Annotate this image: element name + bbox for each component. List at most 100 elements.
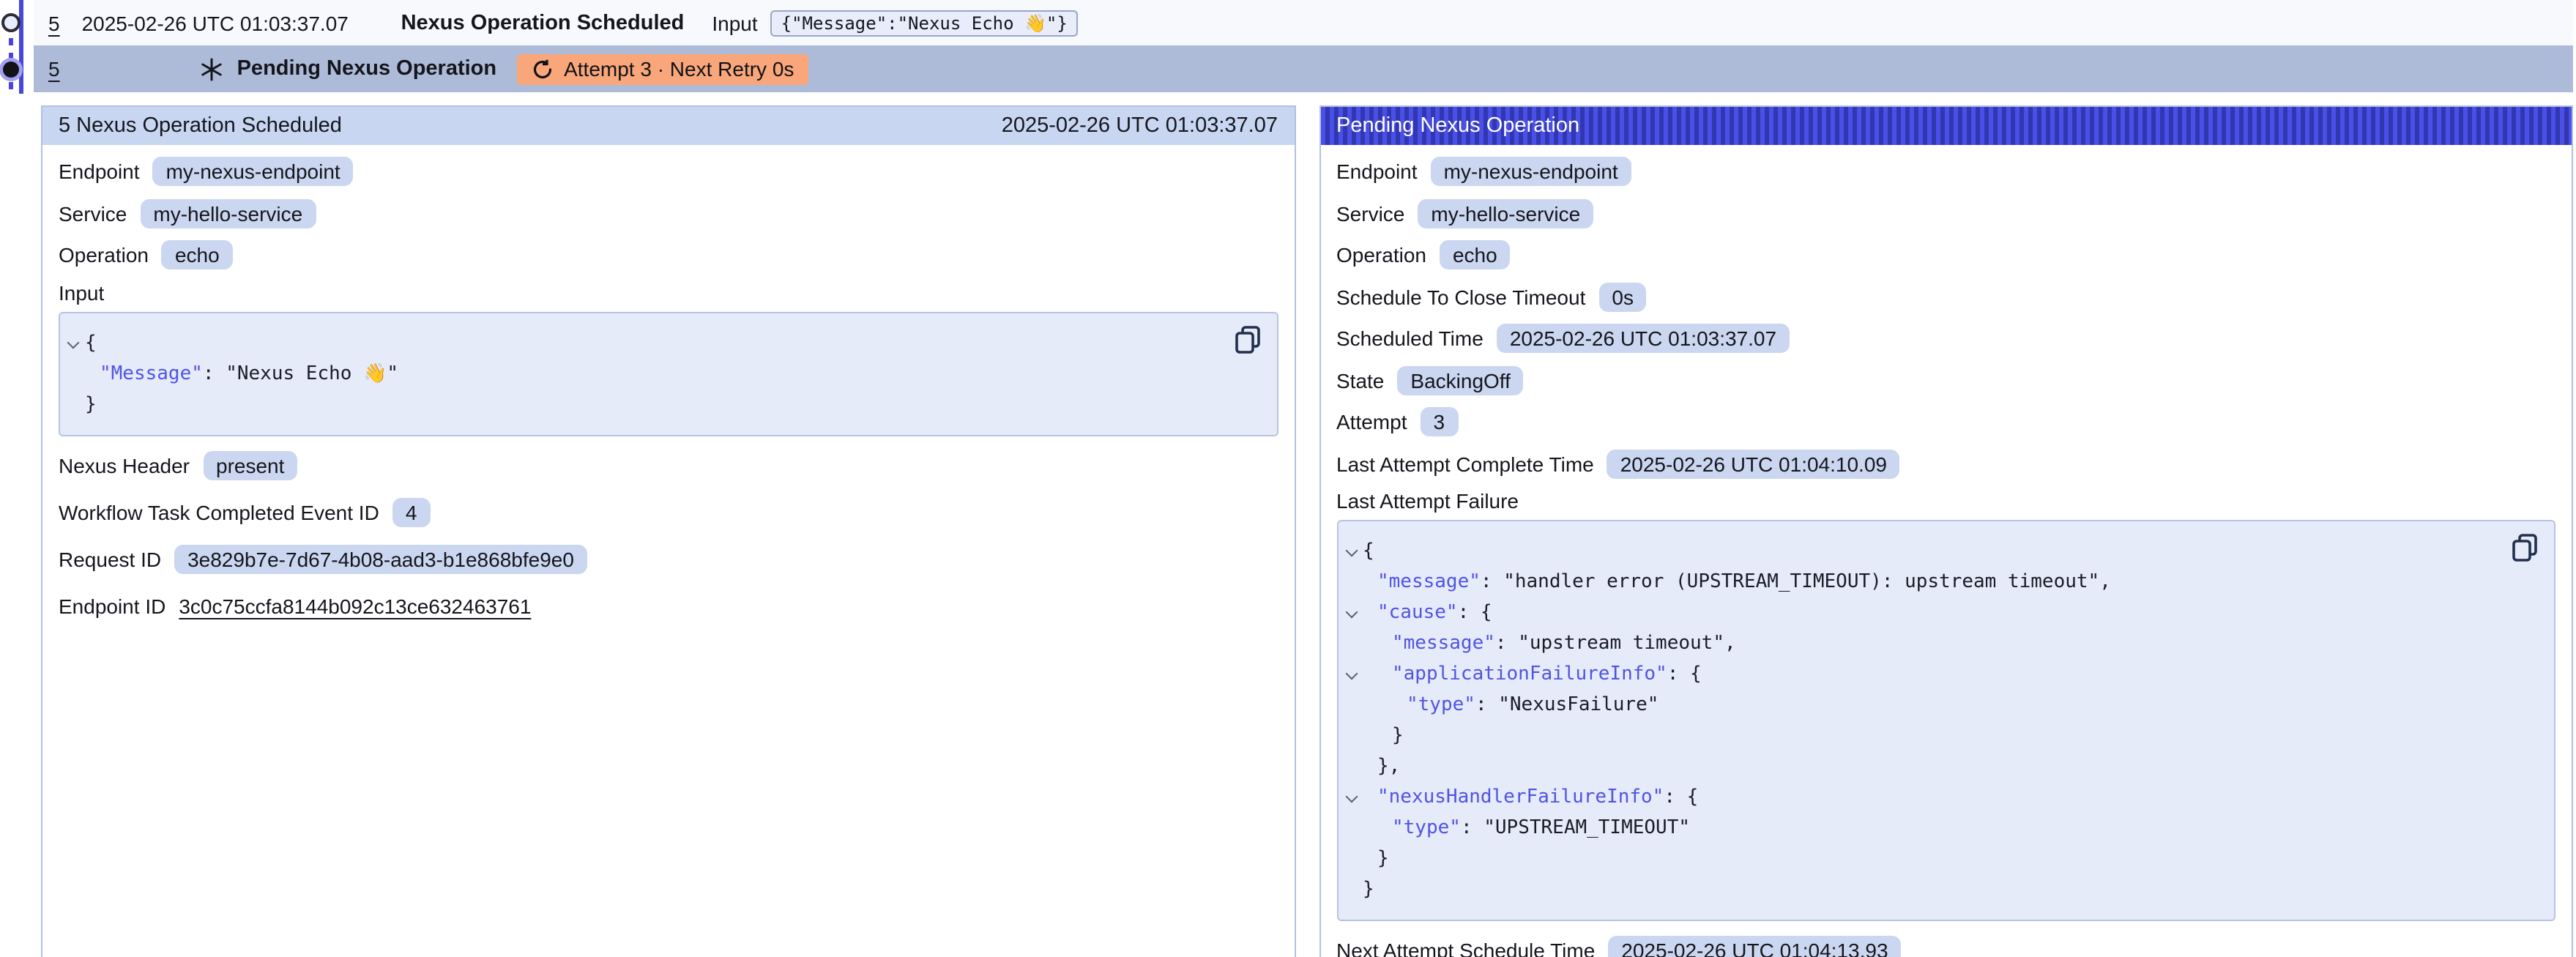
field-label: Endpoint ID — [59, 595, 165, 618]
fields-bottom: Nexus Header present Workflow Task Compl… — [59, 449, 1278, 622]
event-input-chip[interactable]: {"Message":"Nexus Echo 👋"} — [771, 10, 1078, 36]
json-line: "cause": { — [1338, 597, 2504, 628]
field-value: echo — [1440, 241, 1511, 270]
field-row: Schedule To Close Timeout 0s — [1336, 280, 2555, 313]
field-label: Endpoint — [59, 160, 140, 184]
field-value: BackingOff — [1397, 366, 1523, 395]
failure-section-label: Last Attempt Failure — [1336, 489, 2555, 513]
fields-top: Endpoint my-nexus-endpoint Service my-he… — [1336, 155, 2555, 480]
copy-icon[interactable] — [2512, 533, 2541, 562]
field-row: Operation echo — [59, 239, 1278, 272]
json-line: } — [1338, 844, 2504, 874]
collapse-chevron-icon[interactable] — [1345, 668, 1358, 680]
field-label: Service — [1336, 202, 1404, 226]
field-row: Attempt 3 — [1336, 406, 2555, 439]
field-row: Scheduled Time 2025-02-26 UTC 01:03:37.0… — [1336, 322, 2555, 355]
field-label: Nexus Header — [59, 454, 190, 477]
json-line: "applicationFailureInfo": { — [1338, 659, 2504, 690]
panel-title: Pending Nexus Operation — [1336, 114, 1579, 138]
input-section-label: Input — [59, 280, 1278, 304]
json-line: "type": "NexusFailure" — [1338, 690, 2504, 720]
field-label: Operation — [1336, 244, 1426, 267]
field-value: my-nexus-endpoint — [153, 157, 354, 187]
event-row-pending[interactable]: 5 Pending Nexus Operation — [34, 45, 2573, 92]
event-row-scheduled[interactable]: 5 2025-02-26 UTC 01:03:37.07 Nexus Opera… — [34, 0, 2573, 45]
scheduled-event-panel: 5 Nexus Operation Scheduled 2025-02-26 U… — [41, 105, 1295, 957]
field-value: 2025-02-26 UTC 01:03:37.07 — [1497, 324, 1790, 354]
field-value: echo — [162, 241, 233, 270]
field-value[interactable]: 3c0c75ccfa8144b092c13ce632463761 — [179, 592, 531, 621]
field-row: Nexus Header present — [59, 449, 1278, 482]
event-history-rows: 5 2025-02-26 UTC 01:03:37.07 Nexus Opera… — [34, 0, 2573, 92]
pending-asterisk-icon — [199, 56, 224, 81]
copy-icon[interactable] — [1234, 324, 1263, 354]
input-json-viewer: {"Message": "Nexus Echo 👋"} — [59, 311, 1278, 436]
field-value: 2025-02-26 UTC 01:04:10.09 — [1607, 450, 1900, 479]
failure-json-viewer: {"message": "handler error (UPSTREAM_TIM… — [1336, 520, 2555, 921]
json-line: "type": "UPSTREAM_TIMEOUT" — [1338, 813, 2504, 844]
scheduled-panel-header: 5 Nexus Operation Scheduled 2025-02-26 U… — [42, 106, 1294, 145]
retry-icon — [532, 58, 554, 80]
field-label: Workflow Task Completed Event ID — [59, 501, 379, 524]
field-label: Operation — [59, 244, 149, 267]
panel-title: 5 Nexus Operation Scheduled — [59, 114, 342, 138]
collapse-chevron-icon[interactable] — [1345, 791, 1358, 803]
event-title: Nexus Operation Scheduled — [401, 11, 685, 34]
timeline-rail — [0, 0, 34, 103]
pending-panel-body: Endpoint my-nexus-endpoint Service my-he… — [1320, 145, 2572, 957]
event-history-view: 5 2025-02-26 UTC 01:03:37.07 Nexus Opera… — [0, 0, 2576, 956]
field-row: Next Attempt Schedule Time 2025-02-26 UT… — [1336, 934, 2555, 957]
fields-after: Next Attempt Schedule Time 2025-02-26 UT… — [1336, 934, 2555, 957]
field-label: Next Attempt Schedule Time — [1336, 939, 1595, 957]
field-label: Request ID — [59, 548, 161, 571]
collapse-chevron-icon[interactable] — [1345, 545, 1358, 557]
json-line: }, — [1338, 751, 2504, 782]
field-label: Endpoint — [1336, 160, 1418, 184]
event-title: Pending Nexus Operation — [237, 57, 497, 81]
event-id-link[interactable]: 5 — [48, 11, 60, 34]
field-value: present — [203, 451, 297, 480]
field-value: 0s — [1598, 283, 1647, 312]
timeline-line — [19, 0, 23, 94]
field-row: Operation echo — [1336, 239, 2555, 272]
json-line: "message": "upstream timeout", — [1338, 628, 2504, 659]
fields-top: Endpoint my-nexus-endpoint Service my-he… — [59, 155, 1278, 272]
json-line: { — [1338, 536, 2504, 567]
field-row: Endpoint my-nexus-endpoint — [59, 155, 1278, 188]
json-line: "nexusHandlerFailureInfo": { — [1338, 782, 2504, 813]
field-value: 2025-02-26 UTC 01:04:13.93 — [1608, 936, 1901, 957]
timeline-node-open-icon — [1, 13, 21, 32]
pending-panel-header: Pending Nexus Operation — [1320, 106, 2572, 145]
json-line: } — [1338, 720, 2504, 751]
field-value: 3e829b7e-7d67-4b08-aad3-b1e868bfe9e0 — [174, 545, 587, 574]
field-label: Schedule To Close Timeout — [1336, 286, 1585, 309]
field-label: Service — [59, 202, 127, 226]
json-line: { — [60, 327, 1226, 358]
timeline-node-current-icon — [3, 62, 19, 78]
scheduled-panel-body: Endpoint my-nexus-endpoint Service my-he… — [42, 145, 1294, 651]
field-label: Attempt — [1336, 411, 1407, 434]
json-line: "message": "handler error (UPSTREAM_TIME… — [1338, 567, 2504, 597]
field-row: Last Attempt Complete Time 2025-02-26 UT… — [1336, 447, 2555, 480]
retry-attempt-badge: Attempt 3 · Next Retry 0s — [517, 53, 808, 84]
retry-badge-text: Attempt 3 · Next Retry 0s — [564, 57, 794, 81]
field-value: my-nexus-endpoint — [1431, 157, 1631, 187]
field-label: State — [1336, 369, 1384, 392]
json-line: "Message": "Nexus Echo 👋" — [60, 358, 1226, 389]
event-timestamp: 2025-02-26 UTC 01:03:37.07 — [82, 11, 401, 34]
collapse-chevron-icon[interactable] — [1345, 606, 1358, 619]
field-value: 3 — [1421, 408, 1459, 437]
field-row: Service my-hello-service — [1336, 197, 2555, 230]
field-row: Endpoint my-nexus-endpoint — [1336, 155, 2555, 188]
pending-operation-panel: Pending Nexus Operation Endpoint my-nexu… — [1319, 105, 2573, 957]
field-value: 4 — [392, 498, 431, 527]
collapse-chevron-icon[interactable] — [67, 336, 80, 349]
panel-timestamp: 2025-02-26 UTC 01:03:37.07 — [1002, 114, 1278, 138]
field-label: Scheduled Time — [1336, 327, 1484, 351]
field-row: Workflow Task Completed Event ID 4 — [59, 496, 1278, 529]
field-row: Request ID 3e829b7e-7d67-4b08-aad3-b1e86… — [59, 543, 1278, 576]
event-id-link[interactable]: 5 — [48, 57, 60, 81]
field-label: Last Attempt Complete Time — [1336, 453, 1594, 476]
timeline-dashed-line — [9, 23, 13, 97]
field-row: Endpoint ID 3c0c75ccfa8144b092c13ce63246… — [59, 589, 1278, 622]
